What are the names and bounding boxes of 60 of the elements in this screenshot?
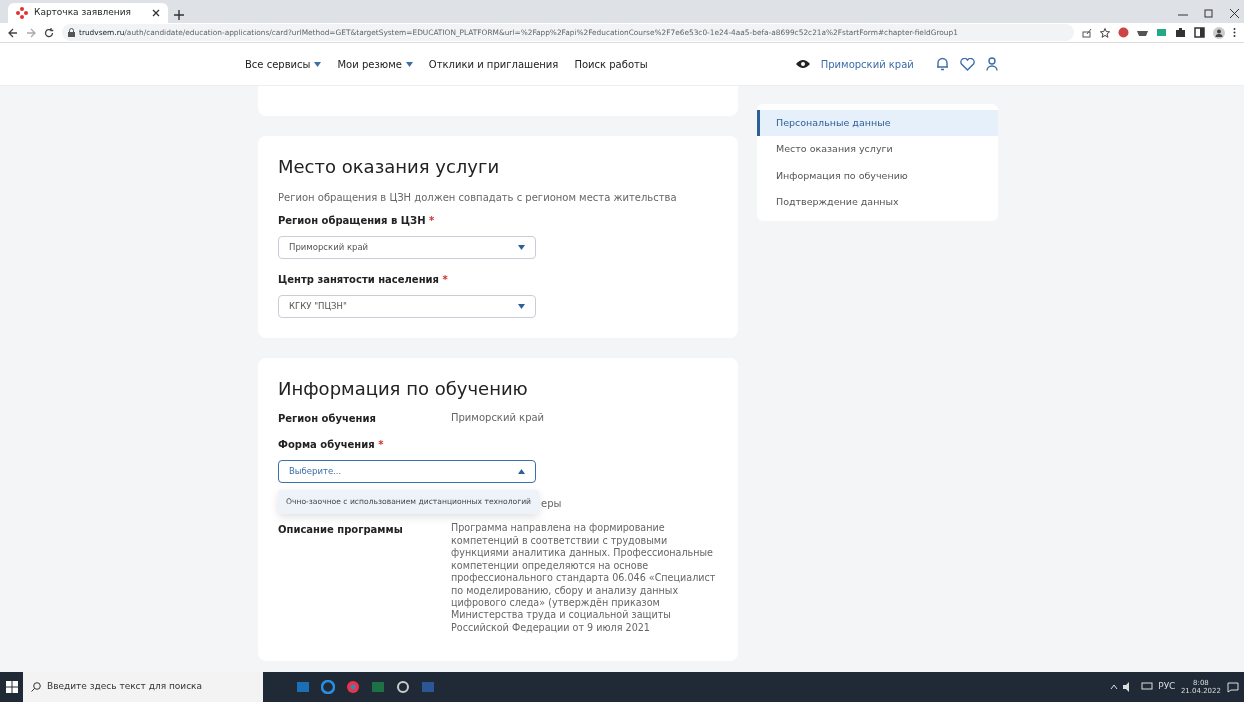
share-icon[interactable]	[1082, 27, 1092, 38]
hint-text: Регион обращения в ЦЗН должен совпадать с регионом места жительства	[278, 190, 678, 205]
section-heading: Место оказания услуги	[278, 156, 501, 178]
plus-icon[interactable]	[173, 10, 184, 21]
browser-icon[interactable]	[346, 680, 360, 694]
spreadsheet-icon[interactable]	[371, 680, 385, 694]
bell-icon[interactable]	[935, 57, 949, 71]
section-heading: Информация по обучению	[278, 377, 529, 400]
sidebar-icon[interactable]	[1194, 27, 1205, 38]
nav-menu-item[interactable]: Все сервисы	[245, 56, 322, 72]
tab-title: Карточка заявления	[34, 6, 132, 20]
caret-up-icon	[518, 469, 525, 475]
star-icon[interactable]	[1100, 27, 1110, 38]
lock-icon	[68, 28, 75, 37]
browser-tab[interactable]: Карточка заявления	[8, 3, 168, 23]
section-nav-item[interactable]: Персональные данные	[757, 110, 998, 137]
minimize-icon[interactable]	[1177, 11, 1188, 18]
field-label: Регион обращения в ЦЗН *	[278, 213, 436, 228]
back-arrow-icon[interactable]	[8, 27, 18, 38]
restore-icon[interactable]	[1204, 8, 1213, 18]
caret-up-icon[interactable]	[1109, 684, 1118, 690]
nav-menu-item[interactable]: Отклики и приглашения	[428, 56, 559, 72]
field-label: Форма обучения *	[278, 438, 385, 453]
field-label: Регион обучения	[278, 412, 377, 427]
region-link[interactable]: Приморский край	[820, 56, 914, 72]
select-field[interactable]: Приморский край	[278, 235, 536, 259]
language-indicator[interactable]: РУС	[1158, 680, 1176, 694]
field-value: Приморский край	[451, 411, 546, 426]
select-field[interactable]: КГКУ "ПЦЗН"	[278, 294, 536, 318]
logo-icon	[16, 7, 28, 19]
notification-icon[interactable]	[1226, 681, 1239, 693]
section-nav-item[interactable]: Подтверждение данных	[757, 188, 998, 215]
field-value: еры	[541, 498, 562, 510]
taskbar-search-field[interactable]: Введите здесь текст для поиска	[23, 672, 263, 702]
description-text: Программа направлена на формирование компетенций в соответствии с трудовыми функциями аналитика данных. Профессиональные компетенции определяются на основе профессионального стандарта 06.046 «Специалист по моделированию, сбору и анализу данных цифрового следа» (утверждён приказом Министерства труда и социальной защиты Российской Федерации от 9 июля 2021	[451, 522, 717, 635]
app-icon[interactable]	[396, 680, 410, 694]
caret-down-icon	[518, 303, 525, 309]
field-label: Центр занятости населения *	[278, 272, 449, 287]
browser-icon[interactable]	[321, 680, 335, 694]
eye-icon[interactable]	[795, 59, 810, 69]
caret-down-icon	[518, 244, 525, 250]
close-icon[interactable]	[1229, 8, 1239, 18]
close-icon[interactable]	[152, 9, 160, 17]
network-icon[interactable]	[1140, 682, 1153, 692]
section-nav-item[interactable]: Место оказания услуги	[757, 136, 998, 163]
heart-icon[interactable]	[959, 57, 975, 71]
profile-icon[interactable]	[1213, 26, 1225, 39]
menu-icon[interactable]	[1233, 27, 1236, 38]
section-nav-item[interactable]: Информация по обучению	[757, 162, 998, 189]
field-label: Описание программы	[278, 523, 404, 538]
nav-menu-item[interactable]: Поиск работы	[574, 56, 648, 72]
nav-menu-item[interactable]: Мои резюме	[337, 56, 413, 72]
windows-start-icon[interactable]	[5, 681, 18, 693]
reload-icon[interactable]	[44, 27, 54, 38]
search-icon	[31, 682, 41, 692]
puzzle-icon[interactable]	[1175, 27, 1186, 38]
select-field[interactable]: Выберите...	[278, 460, 536, 484]
search-placeholder: Введите здесь текст для поиска	[47, 680, 203, 694]
user-icon[interactable]	[985, 57, 998, 71]
extension-icon[interactable]	[1118, 27, 1129, 38]
